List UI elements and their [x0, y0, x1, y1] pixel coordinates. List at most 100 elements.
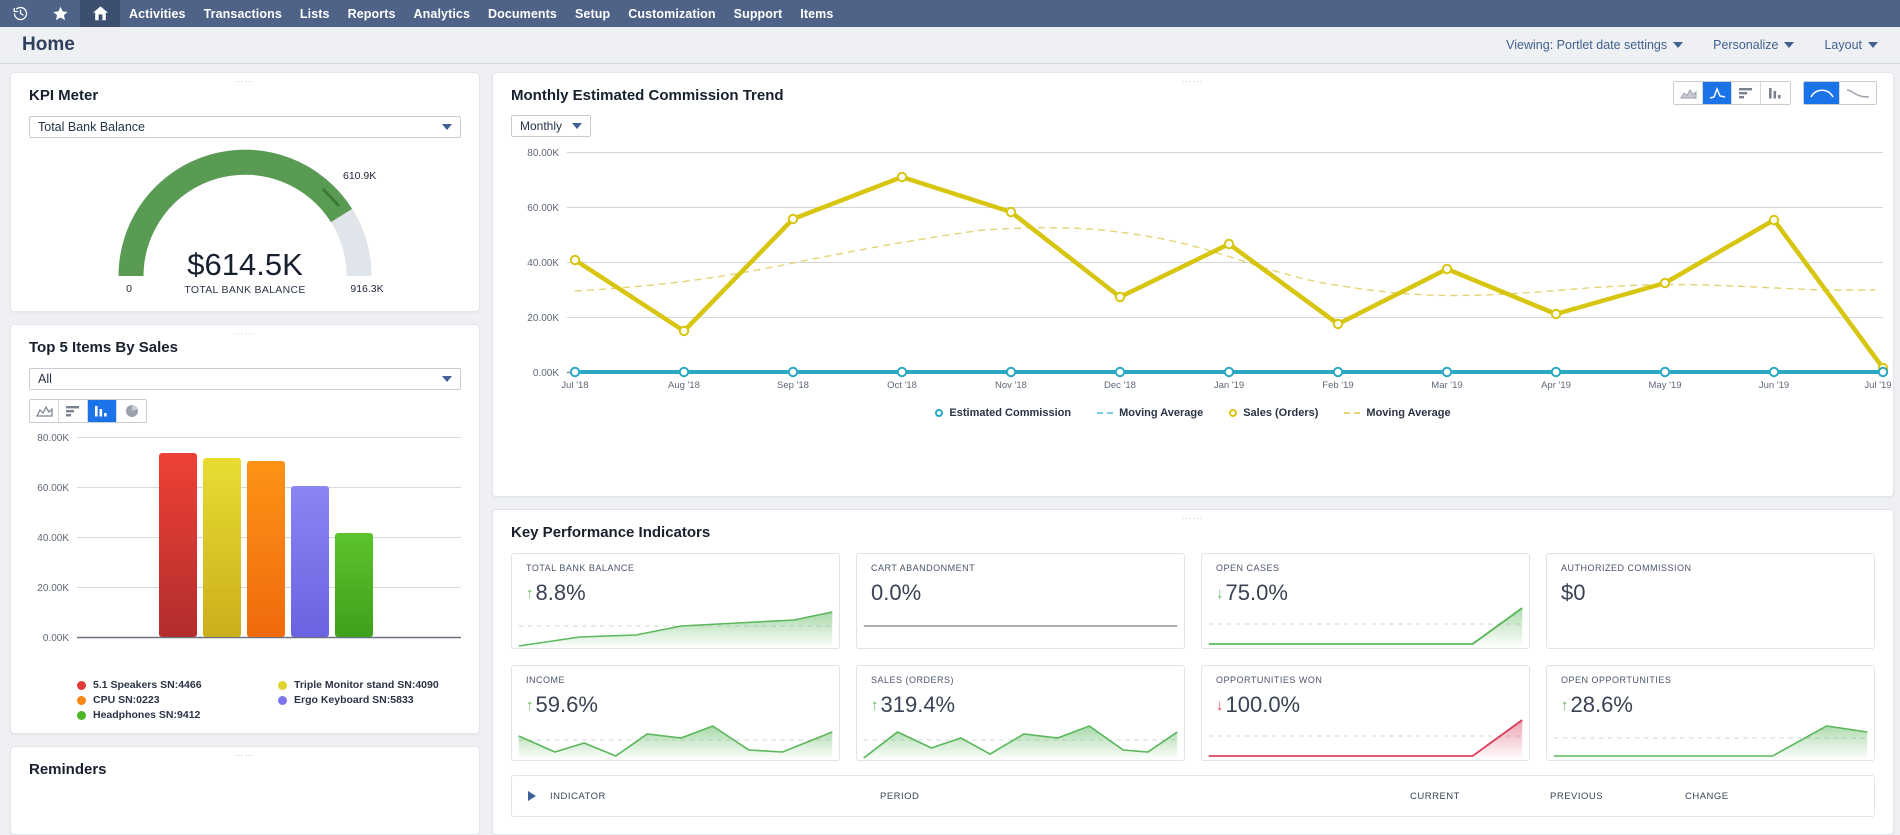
- legend-item: Moving Average: [1344, 407, 1450, 419]
- personalize-menu[interactable]: Personalize: [1713, 38, 1794, 52]
- legend-item: Triple Monitor stand SN:4090: [278, 678, 479, 693]
- kpi-card-total-bank-balance[interactable]: TOTAL BANK BALANCE ↑ 8.8%: [511, 553, 840, 649]
- trend-period-select-wrap: Monthly: [493, 104, 784, 137]
- column-chart-toggle[interactable]: [88, 400, 117, 422]
- kpi-card-value: 59.6%: [536, 692, 598, 718]
- dashboard-board: ⋯⋯ KPI Meter Total Bank Balance 610.9K 0…: [0, 64, 1900, 835]
- svg-text:Jul '19: Jul '19: [1864, 380, 1891, 391]
- recent-records-icon[interactable]: [0, 0, 40, 27]
- home-icon[interactable]: [80, 0, 120, 27]
- nav-item-setup[interactable]: Setup: [566, 0, 619, 27]
- area-chart-toggle[interactable]: [1674, 82, 1703, 104]
- svg-text:Feb '19: Feb '19: [1322, 380, 1353, 391]
- nav-item-reports[interactable]: Reports: [339, 0, 405, 27]
- portlet-monthly-estimated-commission-trend: ⋯⋯ Monthly Estimated Commission Trend Mo…: [492, 72, 1894, 497]
- legend-color-swatch: [77, 711, 86, 720]
- chevron-down-icon: [442, 124, 452, 130]
- legend-item: 5.1 Speakers SN:4466: [77, 678, 278, 693]
- area-chart-toggle[interactable]: [30, 400, 59, 422]
- svg-text:80.00K: 80.00K: [37, 433, 69, 444]
- arrow-down-icon: ↓: [1216, 585, 1224, 602]
- trend-curve-toggle[interactable]: [1840, 82, 1876, 104]
- nav-item-items[interactable]: Items: [791, 0, 842, 27]
- shortcuts-star-icon[interactable]: [40, 0, 80, 27]
- kpi-card-opportunities-won[interactable]: OPPORTUNITIES WON ↓ 100.0%: [1201, 665, 1530, 761]
- legend-marker-icon: [1229, 409, 1237, 417]
- nav-item-documents[interactable]: Documents: [479, 0, 566, 27]
- kpi-card-income[interactable]: INCOME ↑ 59.6%: [511, 665, 840, 761]
- kpi-card-value: 8.8%: [536, 580, 586, 606]
- kpi-card-value: 75.0%: [1226, 580, 1288, 606]
- portlet-top-5-items-by-sales: ⋯⋯ Top 5 Items By Sales All: [10, 324, 480, 734]
- viewing-label: Viewing: Portlet date settings: [1506, 38, 1667, 52]
- nav-item-activities[interactable]: Activities: [120, 0, 195, 27]
- drag-handle-icon[interactable]: ⋯⋯: [11, 330, 479, 336]
- drag-handle-icon[interactable]: ⋯⋯: [493, 78, 1893, 84]
- legend-label: Ergo Keyboard SN:5833: [294, 693, 414, 708]
- svg-text:Aug '18: Aug '18: [668, 380, 700, 391]
- legend-label: 5.1 Speakers SN:4466: [93, 678, 202, 693]
- column-chart-toggle[interactable]: [1761, 82, 1790, 104]
- kpi-card-value-row: ↑ 28.6%: [1547, 685, 1874, 718]
- kpi-meter-gauge: 610.9K 0 916.3K $614.5K TOTAL BANK BALAN…: [11, 144, 479, 309]
- kpi-card-value: 100.0%: [1226, 692, 1301, 718]
- kpi-card-label: CART ABANDONMENT: [857, 554, 1184, 573]
- column-header-period[interactable]: PERIOD: [880, 791, 1410, 802]
- trend-line-chart: 80.00K 60.00K 40.00K 20.00K 0.00K: [503, 143, 1893, 403]
- svg-text:20.00K: 20.00K: [527, 313, 559, 324]
- column-header-previous[interactable]: PREVIOUS: [1550, 791, 1685, 802]
- expand-triangle-icon[interactable]: [528, 791, 536, 801]
- viewing-portlet-date-settings-menu[interactable]: Viewing: Portlet date settings: [1506, 38, 1683, 52]
- svg-text:0.00K: 0.00K: [533, 368, 559, 379]
- horizontal-bar-chart-toggle[interactable]: [1732, 82, 1761, 104]
- kpi-card-open-cases[interactable]: OPEN CASES ↓ 75.0%: [1201, 553, 1530, 649]
- gauge-marker-label: 610.9K: [343, 170, 376, 182]
- pie-chart-toggle[interactable]: [117, 400, 146, 422]
- kpi-card-label: AUTHORIZED COMMISSION: [1547, 554, 1874, 573]
- kpi-card-authorized-commission[interactable]: AUTHORIZED COMMISSION $0: [1546, 553, 1875, 649]
- layout-menu[interactable]: Layout: [1824, 38, 1878, 52]
- smooth-curve-toggle[interactable]: [1804, 82, 1840, 104]
- arrow-down-icon: ↓: [1216, 697, 1224, 714]
- kpi-card-label: OPPORTUNITIES WON: [1202, 666, 1529, 685]
- column-header-current[interactable]: CURRENT: [1410, 791, 1550, 802]
- chevron-down-icon: [442, 376, 452, 382]
- legend-item: Headphones SN:9412: [77, 708, 278, 723]
- drag-handle-icon[interactable]: ⋯⋯: [493, 515, 1893, 521]
- kpi-meter-value: $614.5K: [11, 247, 479, 283]
- page-header-actions: Viewing: Portlet date settings Personali…: [1506, 38, 1878, 52]
- column-header-indicator[interactable]: INDICATOR: [550, 791, 880, 802]
- page-title: Home: [22, 34, 75, 56]
- column-header-change[interactable]: CHANGE: [1685, 791, 1729, 802]
- series-sales-orders-line: [575, 177, 1883, 368]
- kpi-sparkline: [1202, 716, 1529, 760]
- series-moving-average-yellow: [575, 228, 1875, 296]
- nav-item-transactions[interactable]: Transactions: [195, 0, 291, 27]
- drag-handle-icon[interactable]: ⋯⋯: [11, 78, 479, 84]
- top-items-filter-select[interactable]: All: [29, 368, 461, 390]
- legend-item: Ergo Keyboard SN:5833: [278, 693, 479, 708]
- legend-item: Estimated Commission: [935, 407, 1071, 419]
- kpi-card-value-row: ↓ 75.0%: [1202, 573, 1529, 606]
- line-chart-toggle[interactable]: [1703, 82, 1732, 104]
- kpi-card-label: TOTAL BANK BALANCE: [512, 554, 839, 573]
- kpi-card-open-opportunities[interactable]: OPEN OPPORTUNITIES ↑ 28.6%: [1546, 665, 1875, 761]
- kpi-card-label: SALES (ORDERS): [857, 666, 1184, 685]
- portlet-key-performance-indicators: ⋯⋯ Key Performance Indicators TOTAL BANK…: [492, 509, 1894, 835]
- kpi-card-value: $0: [1561, 580, 1585, 606]
- kpi-card-cart-abandonment[interactable]: CART ABANDONMENT 0.0%: [856, 553, 1185, 649]
- trend-period-select[interactable]: Monthly: [511, 115, 591, 137]
- nav-item-support[interactable]: Support: [725, 0, 792, 27]
- kpi-card-value-row: ↑ 59.6%: [512, 685, 839, 718]
- kpi-card-value: 0.0%: [871, 580, 921, 606]
- drag-handle-icon[interactable]: ⋯⋯: [11, 752, 479, 758]
- kpi-card-value-row: ↑ 319.4%: [857, 685, 1184, 718]
- kpi-card-sales-orders[interactable]: SALES (ORDERS) ↑ 319.4%: [856, 665, 1185, 761]
- legend-label: Triple Monitor stand SN:4090: [294, 678, 439, 693]
- nav-item-lists[interactable]: Lists: [291, 0, 339, 27]
- portlet-kpi-meter: ⋯⋯ KPI Meter Total Bank Balance 610.9K 0…: [10, 72, 480, 312]
- horizontal-bar-chart-toggle[interactable]: [59, 400, 88, 422]
- nav-item-analytics[interactable]: Analytics: [405, 0, 479, 27]
- nav-item-customization[interactable]: Customization: [619, 0, 724, 27]
- kpi-meter-select[interactable]: Total Bank Balance: [29, 116, 461, 138]
